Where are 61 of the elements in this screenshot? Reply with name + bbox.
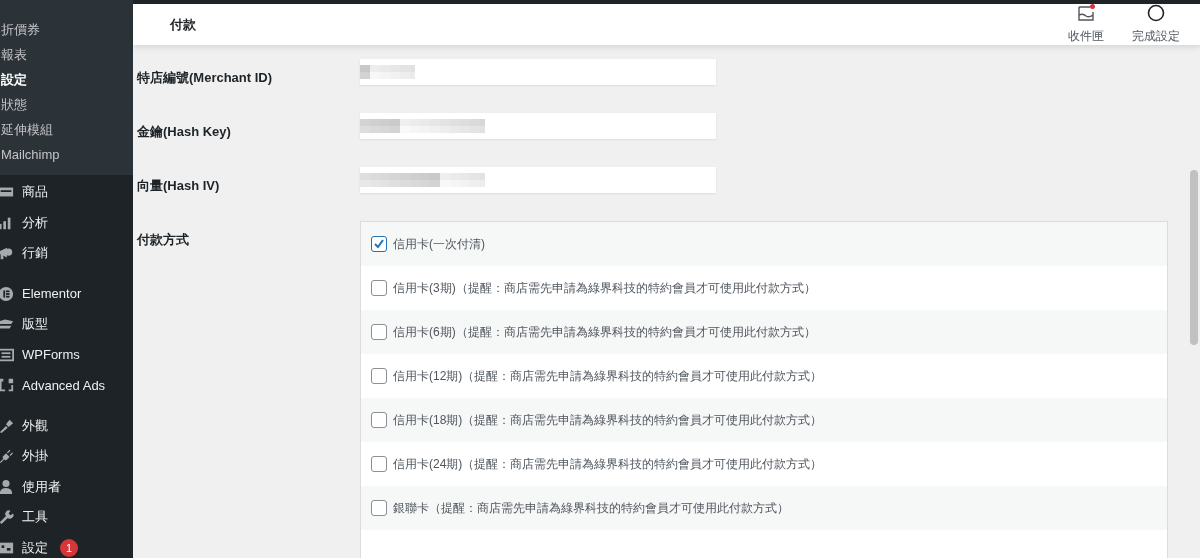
notification-badge: 1 [60,538,78,557]
submenu-item[interactable]: Mailchimp [0,142,133,167]
page-title: 付款 [170,15,197,34]
inbox-icon [1077,4,1095,22]
menu-label: Elementor [22,286,82,302]
menu-item[interactable]: Elementor [0,278,133,309]
field-label: 特店編號(Merchant ID) [137,69,274,87]
submenu-item[interactable]: 延伸模組 [0,117,133,142]
menu-label: 設定 [22,538,48,557]
option-label[interactable]: 信用卡(一次付清) [393,235,485,253]
menu-item[interactable]: 工具 [0,502,133,533]
menu-item[interactable]: 使用者 [0,471,133,502]
input-field[interactable] [360,113,716,139]
checkbox[interactable] [371,456,387,472]
menu-item[interactable]: 商品 [0,177,133,208]
checkbox[interactable] [371,500,387,516]
menu-item[interactable]: 外觀 [0,410,133,441]
menu-icon [0,448,14,465]
menu-icon [0,377,14,394]
field-label: 付款方式 [137,231,190,249]
checkbox[interactable] [371,236,387,252]
checkbox[interactable] [371,324,387,340]
input-field[interactable] [360,167,716,193]
field-label: 向量(Hash IV) [137,177,221,195]
menu-icon [0,509,14,526]
checkbox[interactable] [371,368,387,384]
menu-label: 使用者 [22,477,61,496]
header-action[interactable]: 收件匣 [1040,4,1104,45]
option-label[interactable]: 信用卡(12期)（提醒：商店需先申請為綠界科技的特約會員才可使用此付款方式） [393,367,823,385]
field-label: 金鑰(Hash Key) [137,123,232,141]
input-field[interactable] [360,59,716,85]
submenu-item[interactable]: 折價券 [0,17,133,42]
header-action[interactable]: 完成設定 [1104,4,1180,45]
menu-item[interactable]: 版型 [0,309,133,340]
menu-label: 分析 [22,213,48,232]
menu-item[interactable]: 行銷 [0,238,133,269]
menu-item[interactable]: Advanced Ads [0,370,133,401]
menu-label: Advanced Ads [22,377,106,393]
menu-label: 外掛 [22,447,48,466]
circle-icon [1147,4,1165,22]
submenu-item[interactable]: 設定 [0,67,133,92]
option-label[interactable]: 信用卡(24期)（提醒：商店需先申請為綠界科技的特約會員才可使用此付款方式） [393,455,823,473]
menu-icon [0,478,14,495]
submenu-item[interactable]: 報表 [0,42,133,67]
menu-label: 工具 [22,508,48,527]
menu-label: 商品 [22,183,48,202]
menu-icon [0,245,14,262]
menu-item[interactable]: 設定 1 [0,532,133,558]
menu-icon [0,346,14,363]
menu-label: 版型 [22,315,48,334]
checkbox[interactable] [371,280,387,296]
menu-label: 外觀 [22,416,48,435]
menu-label: WPForms [22,347,80,363]
menu-item[interactable]: WPForms [0,339,133,370]
submenu-item[interactable]: 狀態 [0,92,133,117]
menu-item[interactable]: 外掛 [0,441,133,472]
checkbox[interactable] [371,412,387,428]
menu-icon [0,417,14,434]
menu-item[interactable]: 分析 [0,207,133,238]
option-label[interactable]: 信用卡(3期)（提醒：商店需先申請為綠界科技的特約會員才可使用此付款方式） [393,279,816,297]
menu-label: 行銷 [22,244,48,263]
